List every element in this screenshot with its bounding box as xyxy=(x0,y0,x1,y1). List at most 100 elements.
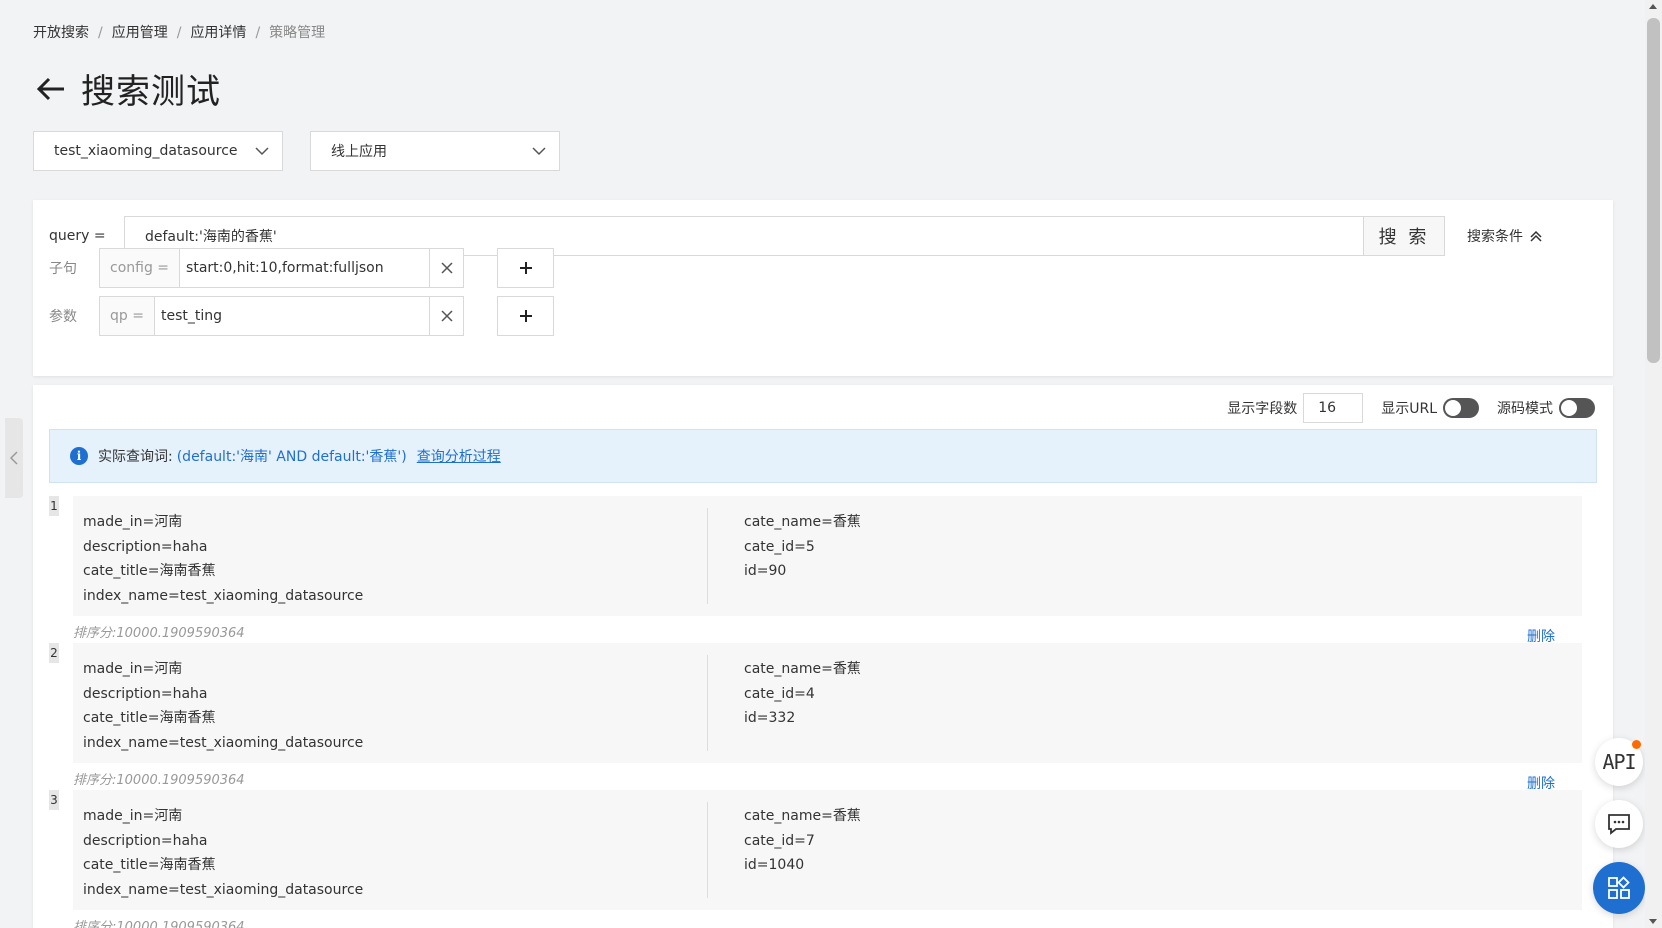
arrow-left-icon[interactable] xyxy=(33,71,69,107)
result-fields-left: made_in=河南 description=haha cate_title=海… xyxy=(83,510,363,608)
close-icon[interactable] xyxy=(429,249,463,287)
title-row: 搜索测试 xyxy=(33,64,221,113)
environment-select-value: 线上应用 xyxy=(331,144,387,160)
result-index: 2 xyxy=(49,643,59,663)
api-label: API xyxy=(1602,750,1636,774)
result-score: 排序分:10000.1909590364 xyxy=(73,773,245,788)
params-value-input[interactable]: test_ting xyxy=(155,297,429,335)
result-score: 排序分:10000.1909590364 xyxy=(73,626,245,641)
search-conditions-toggle[interactable]: 搜索条件 xyxy=(1467,226,1543,246)
plus-icon xyxy=(519,262,532,274)
clause-value-input[interactable]: start:0,hit:10,format:fulljson xyxy=(180,249,429,287)
results-toolbar: 显示字段数 16 显示URL 源码模式 xyxy=(1227,393,1613,423)
field-cate-name: cate_name=香蕉 xyxy=(744,514,861,530)
breadcrumb-item-app-detail[interactable]: 应用详情 xyxy=(190,25,246,41)
show-url-toggle[interactable] xyxy=(1443,398,1479,418)
search-button[interactable]: 搜 索 xyxy=(1363,216,1445,256)
add-param-button[interactable] xyxy=(497,296,554,336)
api-float-button[interactable]: API xyxy=(1595,738,1643,786)
column-divider xyxy=(707,802,708,898)
chevron-left-icon xyxy=(10,451,18,465)
source-mode-label: 源码模式 xyxy=(1497,401,1553,417)
field-count-input[interactable]: 16 xyxy=(1303,393,1364,423)
breadcrumb-item-app-management[interactable]: 应用管理 xyxy=(112,25,168,41)
result-index: 3 xyxy=(49,790,59,810)
field-description: description=haha xyxy=(83,685,208,702)
result-fields: made_in=河南 description=haha cate_title=海… xyxy=(73,790,1582,910)
breadcrumb-item-open-search[interactable]: 开放搜索 xyxy=(33,25,89,41)
field-cate-name: cate_name=香蕉 xyxy=(744,661,861,677)
field-cate-title: cate_title=海南香蕉 xyxy=(83,563,216,579)
search-conditions-label: 搜索条件 xyxy=(1467,229,1523,245)
params-row: qp = test_ting xyxy=(99,296,464,336)
apps-icon xyxy=(1608,876,1630,899)
result-fields: made_in=河南 description=haha cate_title=海… xyxy=(73,643,1582,763)
clause-key: config = xyxy=(100,249,181,287)
environment-select[interactable]: 线上应用 xyxy=(310,131,560,171)
scroll-up-arrow[interactable] xyxy=(1649,4,1657,9)
field-count-label: 显示字段数 xyxy=(1227,401,1298,417)
field-cate-id: cate_id=5 xyxy=(744,538,815,555)
chevron-down-icon xyxy=(255,147,269,156)
page-scrollbar[interactable] xyxy=(1645,0,1662,928)
results-panel: 显示字段数 16 显示URL 源码模式 i 实际查询词: (default:'海… xyxy=(33,385,1613,928)
result-fields-right: cate_name=香蕉 cate_id=7 id=1040 xyxy=(744,804,861,878)
actual-query-banner: i 实际查询词: (default:'海南' AND default:'香蕉')… xyxy=(49,429,1597,483)
query-label: query = xyxy=(49,228,106,244)
source-mode-toggle[interactable] xyxy=(1559,398,1595,418)
query-analysis-link[interactable]: 查询分析过程 xyxy=(417,446,501,466)
field-index-name: index_name=test_xiaoming_datasource xyxy=(83,881,364,898)
result-fields-right: cate_name=香蕉 cate_id=5 id=90 xyxy=(744,510,861,584)
field-made-in: made_in=河南 xyxy=(83,661,183,677)
chevron-up-icon xyxy=(1530,230,1542,242)
clause-label: 子句 xyxy=(49,261,77,277)
scroll-down-arrow[interactable] xyxy=(1649,919,1657,924)
field-cate-id: cate_id=4 xyxy=(744,685,815,702)
result-fields-right: cate_name=香蕉 cate_id=4 id=332 xyxy=(744,657,861,731)
field-cate-title: cate_title=海南香蕉 xyxy=(83,857,216,873)
add-clause-button[interactable] xyxy=(497,248,554,288)
result-index: 1 xyxy=(49,496,59,516)
params-key: qp = xyxy=(100,297,155,335)
clause-row: config = start:0,hit:10,format:fulljson xyxy=(99,248,464,288)
field-count-control: 显示字段数 16 xyxy=(1227,393,1364,423)
query-input-value: default:'海南的香蕉' xyxy=(145,229,277,245)
show-url-label: 显示URL xyxy=(1381,401,1437,417)
notification-dot xyxy=(1632,740,1641,749)
page: 开放搜索 / 应用管理 / 应用详情 / 策略管理 搜索测试 test_xiaoming_d… xyxy=(0,0,1645,928)
chat-icon xyxy=(1608,814,1630,835)
apps-float-button[interactable] xyxy=(1593,862,1645,914)
collapse-side-tab[interactable] xyxy=(5,418,23,498)
chat-float-button[interactable] xyxy=(1595,800,1643,848)
page-title: 搜索测试 xyxy=(81,72,221,112)
source-mode-control: 源码模式 xyxy=(1497,398,1595,418)
field-cate-name: cate_name=香蕉 xyxy=(744,808,861,824)
field-made-in: made_in=河南 xyxy=(83,514,183,530)
field-made-in: made_in=河南 xyxy=(83,808,183,824)
actual-query-value: (default:'海南' AND default:'香蕉') xyxy=(176,449,407,465)
result-score: 排序分:10000.1909590364 xyxy=(73,920,245,928)
params-label: 参数 xyxy=(49,309,77,325)
result-fields: made_in=河南 description=haha cate_title=海… xyxy=(73,496,1582,616)
field-index-name: index_name=test_xiaoming_datasource xyxy=(83,587,364,604)
result-fields-left: made_in=河南 description=haha cate_title=海… xyxy=(83,804,363,902)
show-url-control: 显示URL xyxy=(1381,398,1479,418)
datasource-select[interactable]: test_xiaoming_datasource xyxy=(33,131,283,171)
field-index-name: index_name=test_xiaoming_datasource xyxy=(83,734,364,751)
field-cate-title: cate_title=海南香蕉 xyxy=(83,710,216,726)
close-icon[interactable] xyxy=(429,297,463,335)
breadcrumb-item-strategy: 策略管理 xyxy=(269,25,326,41)
field-id: id=332 xyxy=(744,710,796,726)
actual-query-label: 实际查询词: xyxy=(98,449,173,465)
chevron-down-icon xyxy=(532,147,546,156)
result-fields-left: made_in=河南 description=haha cate_title=海… xyxy=(83,657,363,755)
column-divider xyxy=(707,655,708,751)
field-id: id=1040 xyxy=(744,857,805,873)
field-description: description=haha xyxy=(83,832,208,849)
scroll-thumb[interactable] xyxy=(1647,18,1660,363)
info-icon: i xyxy=(70,447,88,465)
field-description: description=haha xyxy=(83,538,208,555)
plus-icon xyxy=(519,310,532,322)
datasource-select-value: test_xiaoming_datasource xyxy=(54,143,238,159)
column-divider xyxy=(707,508,708,604)
